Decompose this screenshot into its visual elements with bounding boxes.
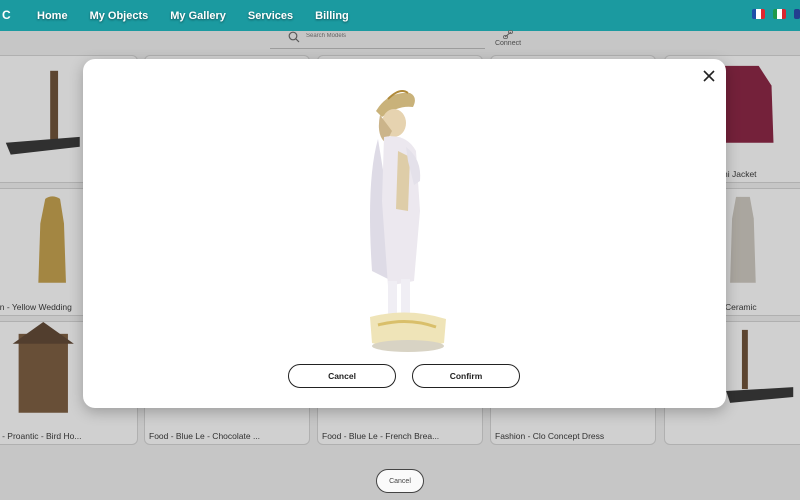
uk-flag-icon[interactable] <box>794 9 800 19</box>
nav-services[interactable]: Services <box>248 10 293 22</box>
object-preview-modal: Cancel Confirm <box>83 59 726 408</box>
nav-my-gallery[interactable]: My Gallery <box>170 10 226 22</box>
italian-flag-icon[interactable] <box>773 9 786 19</box>
top-nav-bar: C Home My Objects My Gallery Services Bi… <box>0 0 800 31</box>
close-icon[interactable] <box>702 69 716 83</box>
french-flag-icon[interactable] <box>752 9 765 19</box>
nav-billing[interactable]: Billing <box>315 10 349 22</box>
language-flags <box>752 9 800 19</box>
logo[interactable]: C <box>2 8 11 22</box>
cancel-button[interactable]: Cancel <box>288 364 396 388</box>
nav-menu: Home My Objects My Gallery Services Bill… <box>37 0 349 31</box>
page-cancel-button[interactable]: Cancel <box>376 469 424 493</box>
nav-home[interactable]: Home <box>37 10 68 22</box>
nav-my-objects[interactable]: My Objects <box>90 10 149 22</box>
confirm-button[interactable]: Confirm <box>412 364 520 388</box>
porcelain-figurine-image[interactable] <box>358 81 458 359</box>
